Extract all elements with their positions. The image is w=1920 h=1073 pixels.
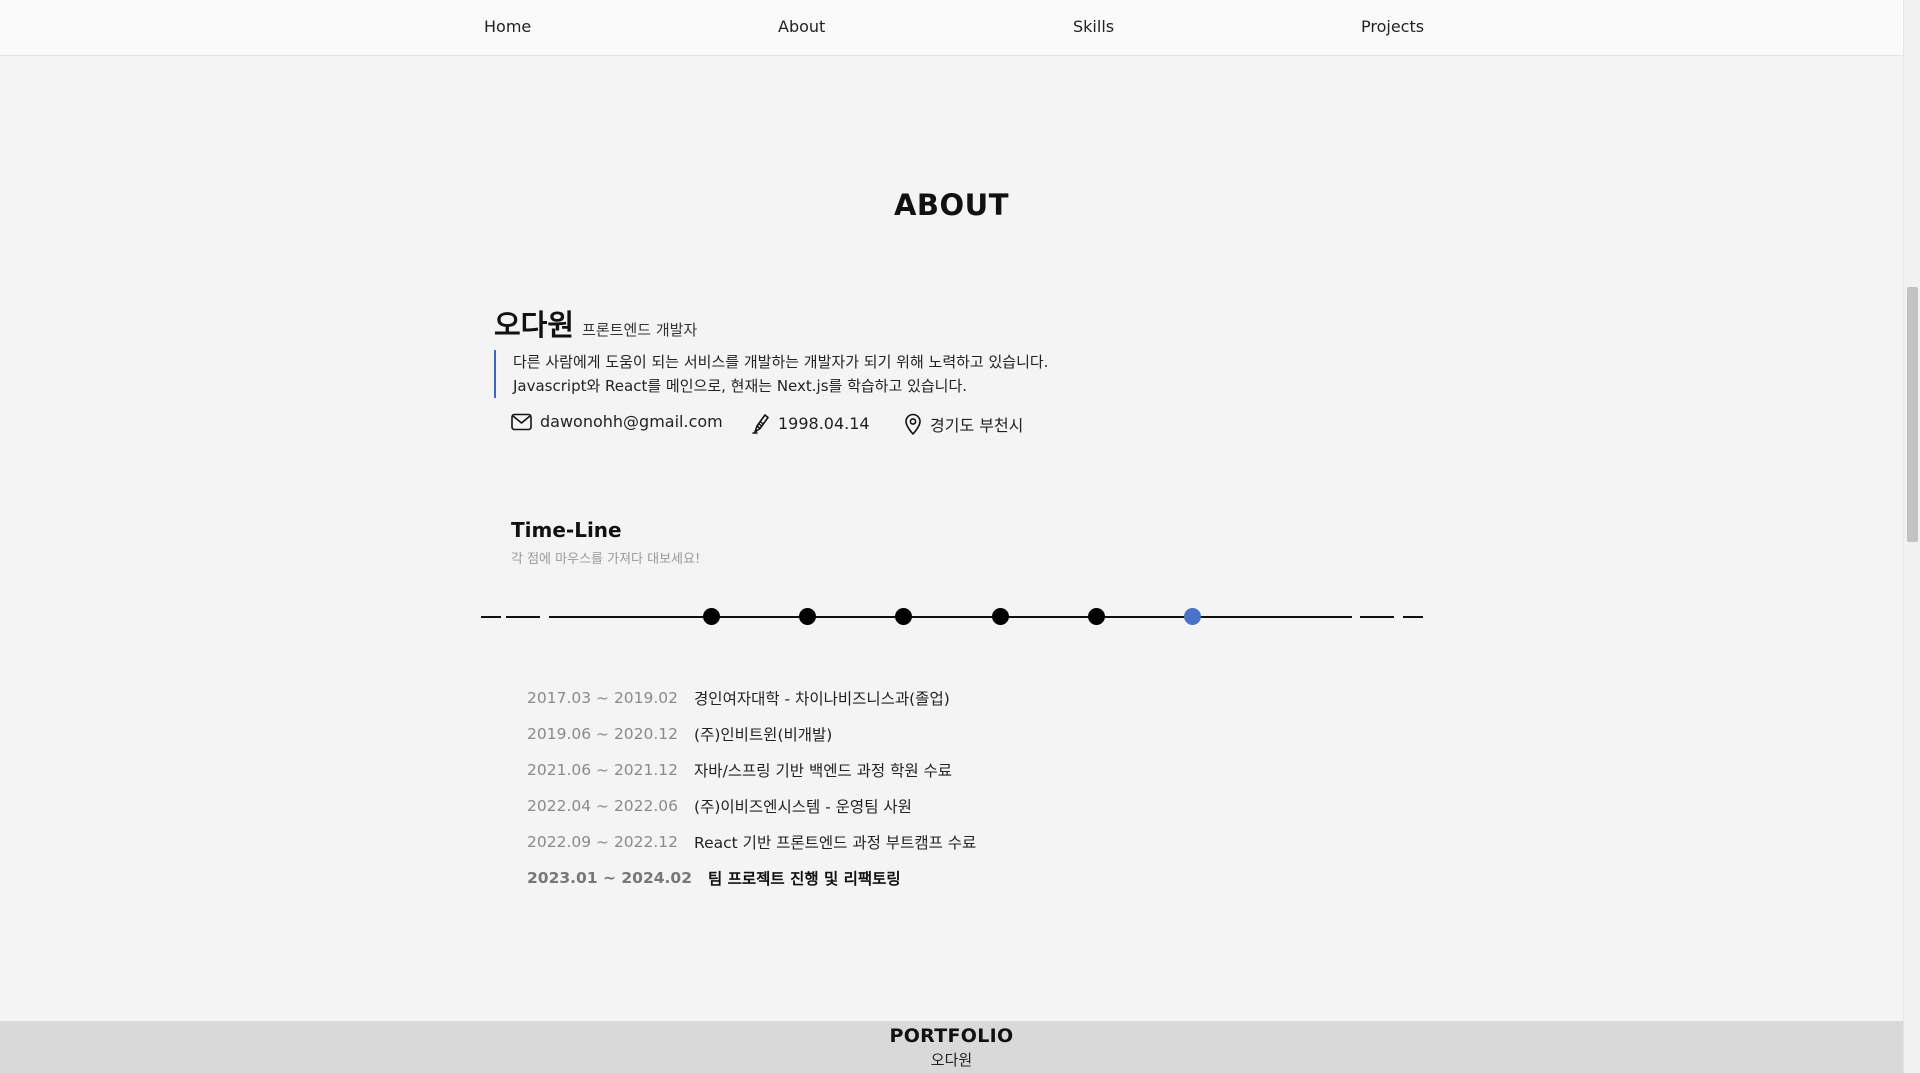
timeline-main-line [549,616,1352,618]
timeline-period: 2017.03 ~ 2019.02 [527,689,679,707]
pen-icon [752,412,770,434]
scrollbar-thumb[interactable] [1907,287,1918,542]
timeline-desc: (주)인비트윈(비개발) [694,726,833,744]
nav-skills-link[interactable]: Skills [1073,17,1114,36]
intro-quote: 다른 사람에게 도움이 되는 서비스를 개발하는 개발자가 되기 위해 노력하고… [494,350,1048,398]
timeline-period: 2023.01 ~ 2024.02 [527,869,692,887]
intro-line: 다른 사람에게 도움이 되는 서비스를 개발하는 개발자가 되기 위해 노력하고… [513,353,1049,371]
timeline-desc: (주)이비즈엔시스템 - 운영팀 사원 [694,798,912,816]
timeline-item: 2021.06 ~ 2021.12 자바/스프링 기반 백엔드 과정 학원 수료 [527,752,976,788]
timeline-desc: 팀 프로젝트 진행 및 리팩토링 [707,870,901,888]
nav-projects-link[interactable]: Projects [1361,17,1424,36]
page: Home About Skills Projects ABOUT 오다원 프론트… [0,0,1920,1073]
mail-icon [511,413,532,431]
timeline-segment [1403,616,1423,618]
footer-title: PORTFOLIO [889,1025,1014,1047]
about-section-title: ABOUT [893,188,1010,222]
birthdate-text: 1998.04.14 [778,413,870,433]
timeline-dot[interactable] [799,608,816,625]
timeline-desc: React 기반 프론트엔드 과정 부트캠프 수료 [694,834,977,852]
contact-email: dawonohh@gmail.com [511,412,723,431]
timeline-period: 2022.09 ~ 2022.12 [527,833,679,851]
nav-home-link[interactable]: Home [484,17,531,36]
profile-header: 오다원 프론트엔드 개발자 [494,302,697,344]
timeline-hint: 각 점에 마우스를 가져다 대보세요! [511,552,701,567]
timeline-segment [481,616,501,618]
timeline-item: 2022.09 ~ 2022.12 React 기반 프론트엔드 과정 부트캠프… [527,824,976,860]
contact-birth: 1998.04.14 [752,412,870,434]
profile-role: 프론트엔드 개발자 [582,321,698,339]
location-text: 경기도 부천시 [930,416,1024,435]
location-pin-icon [904,413,922,435]
footer-author: 오다원 [930,1051,973,1069]
timeline-period: 2019.06 ~ 2020.12 [527,725,679,743]
scrollbar-track[interactable] [1903,0,1920,1073]
profile-name: 오다원 [494,308,575,342]
timeline-dot[interactable] [992,608,1009,625]
contact-location: 경기도 부천시 [904,412,1023,436]
intro-line: Javascript와 React를 메인으로, 현재는 Next.js를 학습… [513,377,968,395]
timeline-item: 2022.04 ~ 2022.06 (주)이비즈엔시스템 - 운영팀 사원 [527,788,976,824]
timeline-item: 2019.06 ~ 2020.12 (주)인비트윈(비개발) [527,716,976,752]
timeline-segment [506,616,540,618]
timeline-dot[interactable] [895,608,912,625]
email-text: dawonohh@gmail.com [540,412,723,431]
timeline-segment [1360,616,1394,618]
timeline-period: 2022.04 ~ 2022.06 [527,797,679,815]
timeline-desc: 자바/스프링 기반 백엔드 과정 학원 수료 [694,762,953,780]
timeline-dot-active[interactable] [1184,608,1201,625]
top-nav: Home About Skills Projects [0,0,1903,56]
footer: PORTFOLIO 오다원 [0,1021,1903,1073]
timeline-item-current: 2023.01 ~ 2024.02 팀 프로젝트 진행 및 리팩토링 [527,860,976,896]
timeline-desc: 경인여자대학 - 차이나비즈니스과(졸업) [694,690,950,708]
timeline-title: Time-Line [511,518,622,542]
timeline-item: 2017.03 ~ 2019.02 경인여자대학 - 차이나비즈니스과(졸업) [527,680,976,716]
timeline-dot[interactable] [1088,608,1105,625]
nav-about-link[interactable]: About [778,17,825,36]
timeline-period: 2021.06 ~ 2021.12 [527,761,679,779]
timeline-list: 2017.03 ~ 2019.02 경인여자대학 - 차이나비즈니스과(졸업) … [527,680,976,896]
timeline-dot[interactable] [703,608,720,625]
